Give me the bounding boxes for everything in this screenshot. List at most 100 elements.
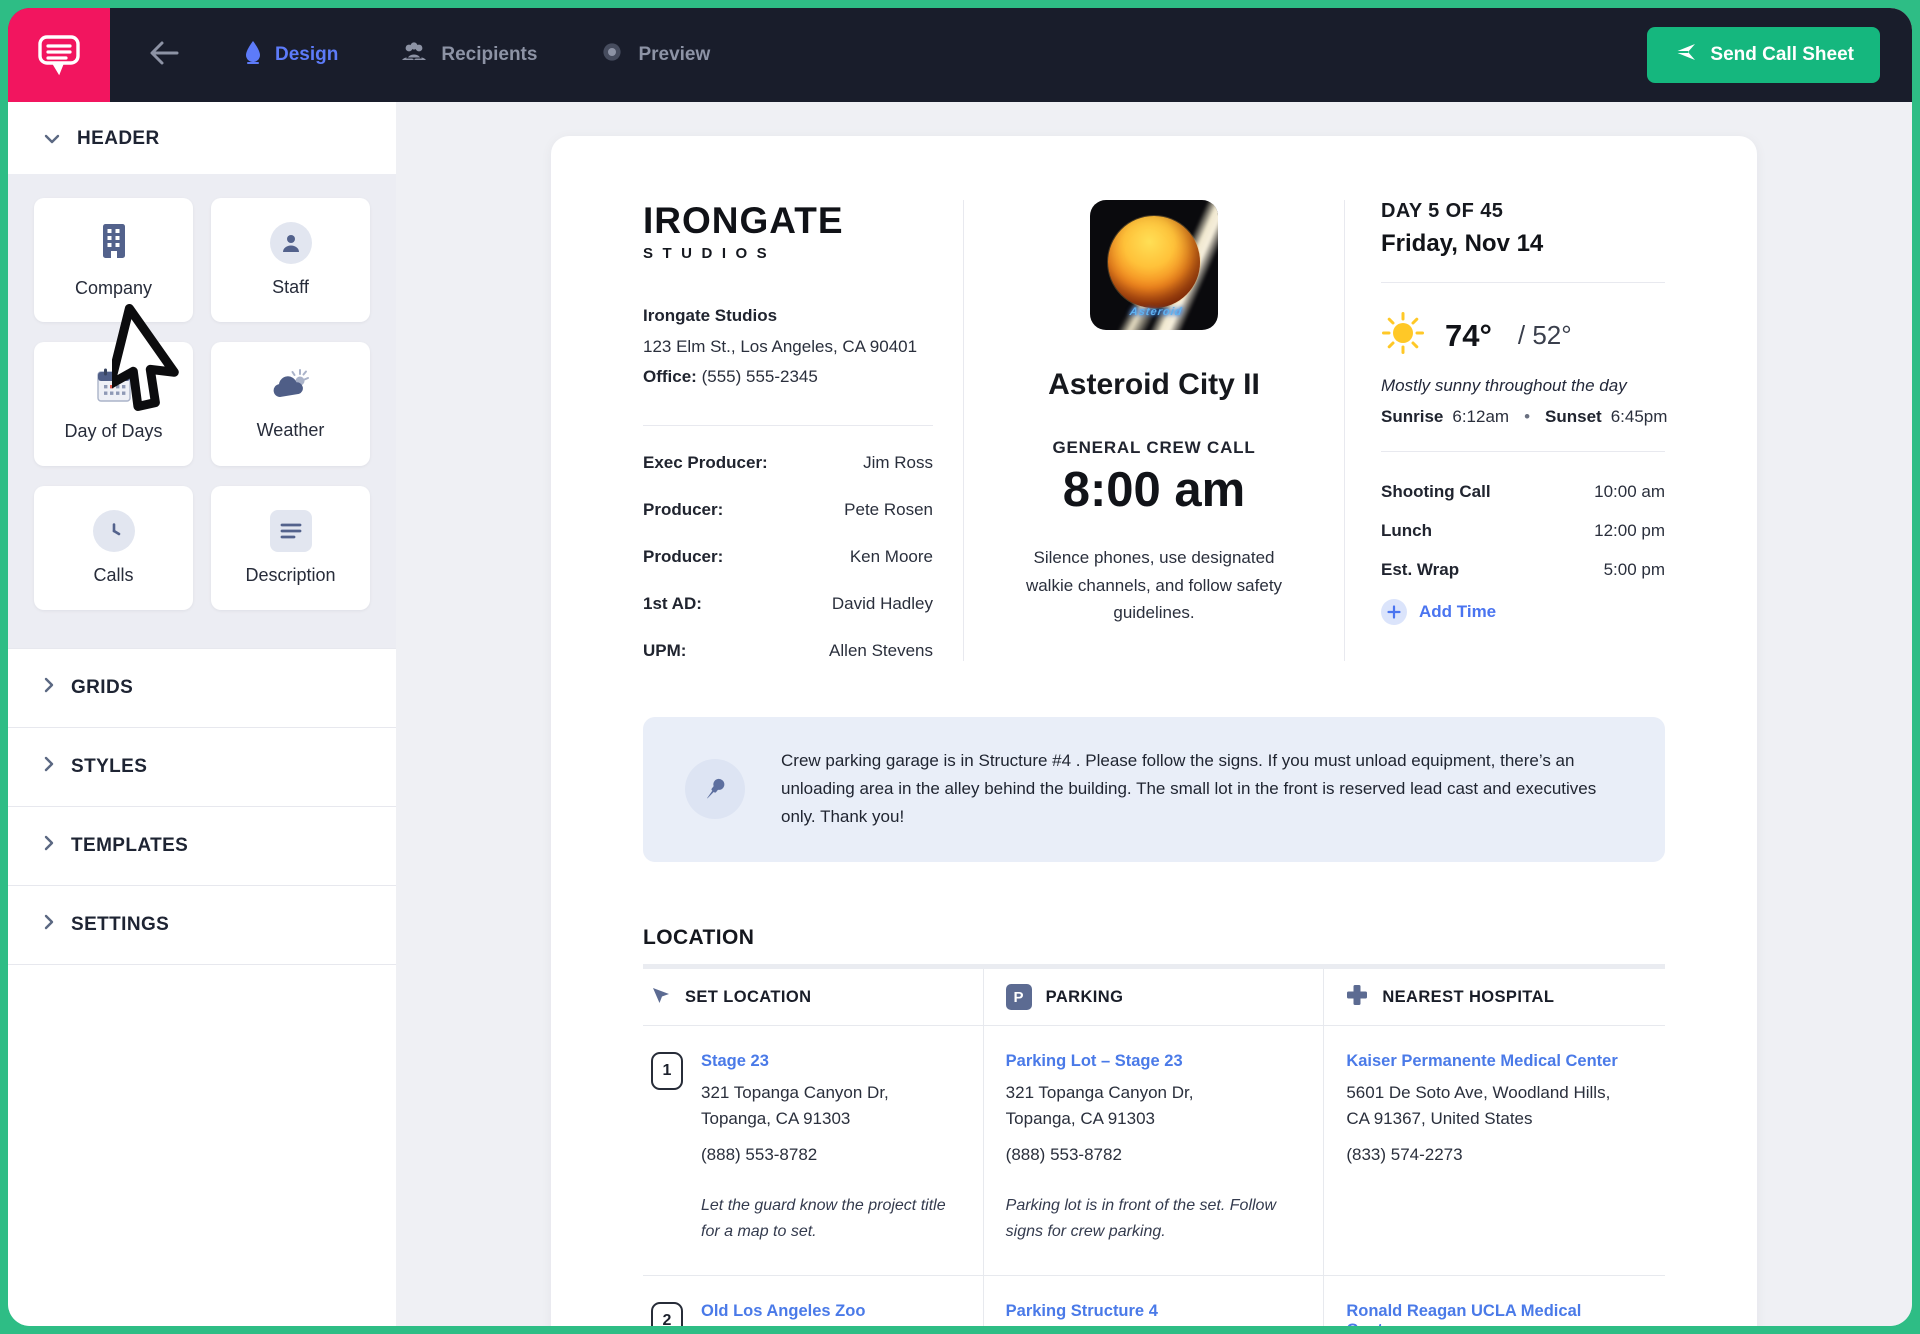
general-crew-call-label: GENERAL CREW CALL: [1052, 438, 1255, 458]
send-call-sheet-button[interactable]: Send Call Sheet: [1647, 27, 1880, 83]
sunrise-label: Sunrise: [1381, 407, 1443, 427]
navbar-tabs: Design Recipients: [244, 40, 710, 70]
office-label: Office:: [643, 367, 697, 386]
day-column: DAY 5 OF 45 Friday, Nov 14: [1345, 200, 1665, 661]
shoot-day-counter: DAY 5 OF 45: [1381, 200, 1665, 223]
column-header-nearest-hospital: NEAREST HOSPITAL: [1324, 969, 1665, 1026]
parking-address: 321 Topanga Canyon Dr, Topanga, CA 91303: [1006, 1080, 1296, 1133]
schedule-time: 5:00 pm: [1604, 560, 1665, 580]
text-lines-icon: [270, 510, 312, 552]
sidebar-section-grids[interactable]: GRIDS: [8, 648, 396, 727]
divider: [1381, 282, 1665, 283]
crew-role: Exec Producer:: [643, 453, 768, 473]
company-name: Irongate Studios: [643, 306, 933, 326]
location-number-badge: 2: [651, 1302, 683, 1326]
tile-staff[interactable]: Staff: [211, 198, 370, 322]
crew-row: 1st AD: David Hadley: [643, 594, 933, 614]
crew-role: Producer:: [643, 500, 723, 520]
call-sheet-canvas: IRONGATE STUDIOS Irongate Studios 123 El…: [396, 102, 1912, 1326]
tile-label: Day of Days: [64, 421, 162, 442]
call-sheet-app: Design Recipients: [8, 8, 1912, 1326]
sidebar-section-templates[interactable]: TEMPLATES: [8, 806, 396, 885]
chevron-right-icon: [44, 756, 54, 778]
tile-label: Calls: [93, 565, 133, 586]
navigation-arrow-icon: [651, 985, 671, 1010]
production-poster-image[interactable]: Asteroid: [1090, 200, 1218, 330]
hospital-address: 5601 De Soto Ave, Woodland Hills, CA 913…: [1346, 1080, 1637, 1133]
tile-weather[interactable]: Weather: [211, 342, 370, 466]
schedule-row: Shooting Call 10:00 am: [1381, 482, 1665, 502]
tile-company[interactable]: Company: [34, 198, 193, 322]
parking-icon: P: [1006, 984, 1032, 1010]
tile-description[interactable]: Description: [211, 486, 370, 610]
back-button[interactable]: [148, 40, 180, 71]
crew-row: UPM: Allen Stevens: [643, 641, 933, 661]
crew-name: David Hadley: [832, 594, 933, 614]
parking-cell: Parking Lot – Stage 23 321 Topanga Canyo…: [984, 1026, 1325, 1276]
building-icon: [97, 222, 131, 265]
temperature-high: 74°: [1445, 318, 1492, 354]
tab-preview[interactable]: Preview: [599, 42, 710, 68]
tab-recipients[interactable]: Recipients: [400, 41, 537, 69]
crew-row: Producer: Pete Rosen: [643, 500, 933, 520]
set-location-link[interactable]: Stage 23: [701, 1052, 955, 1071]
sunrise-time: 6:12am: [1452, 407, 1509, 427]
set-location-phone: (888) 553-8782: [701, 1145, 955, 1165]
schedule-time: 12:00 pm: [1594, 521, 1665, 541]
company-logo-text: IRONGATE: [643, 200, 933, 242]
production-title: Asteroid City II: [1048, 368, 1260, 402]
calendar-icon: [95, 367, 133, 408]
sun-icon: [1381, 311, 1425, 360]
tab-design[interactable]: Design: [244, 40, 338, 70]
sunset-label: Sunset: [1545, 407, 1602, 427]
studiobinder-logo[interactable]: [8, 8, 110, 102]
parking-phone: (888) 553-8782: [1006, 1145, 1296, 1165]
sunrise-sunset-line: Sunrise 6:12am • Sunset 6:45pm: [1381, 407, 1665, 427]
send-button-label: Send Call Sheet: [1710, 44, 1854, 66]
tile-label: Description: [245, 565, 335, 586]
crew-role: 1st AD:: [643, 594, 702, 614]
sidebar-section-label: SETTINGS: [71, 914, 169, 936]
dot-separator: •: [1524, 407, 1530, 427]
notice-text: Crew parking garage is in Structure #4 .…: [781, 747, 1623, 832]
add-time-button[interactable]: Add Time: [1381, 599, 1665, 625]
schedule-label: Shooting Call: [1381, 482, 1491, 502]
send-icon: [1673, 42, 1697, 68]
crew-role: Producer:: [643, 547, 723, 567]
schedule-list: Shooting Call 10:00 am Lunch 12:00 pm Es…: [1381, 482, 1665, 580]
call-sheet-card: IRONGATE STUDIOS Irongate Studios 123 El…: [551, 136, 1757, 1326]
tile-day-of-days[interactable]: Day of Days: [34, 342, 193, 466]
design-sidebar: HEADER Company: [8, 102, 396, 1326]
tile-label: Weather: [257, 420, 325, 441]
sidebar-section-styles[interactable]: STYLES: [8, 727, 396, 806]
tab-label: Design: [275, 44, 338, 66]
parking-note: Parking lot is in front of the set. Foll…: [1006, 1193, 1296, 1244]
tile-calls[interactable]: Calls: [34, 486, 193, 610]
set-location-link[interactable]: Old Los Angeles Zoo: [701, 1302, 955, 1321]
column-header-parking: P PARKING: [984, 969, 1325, 1026]
tab-label: Recipients: [441, 44, 537, 66]
clock-icon: [93, 510, 135, 552]
sunset-time: 6:45pm: [1611, 407, 1668, 427]
hospital-link[interactable]: Ronald Reagan UCLA Medical Center: [1346, 1302, 1637, 1326]
poster-title-art: Asteroid: [1129, 306, 1183, 318]
hospital-link[interactable]: Kaiser Permanente Medical Center: [1346, 1052, 1637, 1071]
hospital-phone: (833) 574-2273: [1346, 1145, 1637, 1165]
column-header-label: PARKING: [1046, 988, 1124, 1007]
tile-label: Company: [75, 278, 152, 299]
notice-banner: Crew parking garage is in Structure #4 .…: [643, 717, 1665, 862]
crew-role: UPM:: [643, 641, 686, 661]
set-location-cell: 2 Old Los Angeles Zoo 4801 Griffith Park…: [643, 1276, 984, 1326]
column-header-label: NEAREST HOSPITAL: [1382, 988, 1554, 1007]
weather-forecast: Mostly sunny throughout the day: [1381, 376, 1665, 396]
sidebar-section-settings[interactable]: SETTINGS: [8, 885, 396, 965]
back-arrow-icon: [148, 40, 180, 71]
pushpin-icon: [685, 759, 745, 819]
sidebar-section-label: STYLES: [71, 756, 147, 778]
parking-link[interactable]: Parking Structure 4: [1006, 1302, 1296, 1321]
parking-link[interactable]: Parking Lot – Stage 23: [1006, 1052, 1296, 1071]
company-column: IRONGATE STUDIOS Irongate Studios 123 El…: [643, 200, 963, 661]
set-location-address: 321 Topanga Canyon Dr, Topanga, CA 91303: [701, 1080, 955, 1133]
sidebar-section-header[interactable]: HEADER: [8, 102, 396, 174]
poster-planet-art: [1108, 216, 1200, 308]
